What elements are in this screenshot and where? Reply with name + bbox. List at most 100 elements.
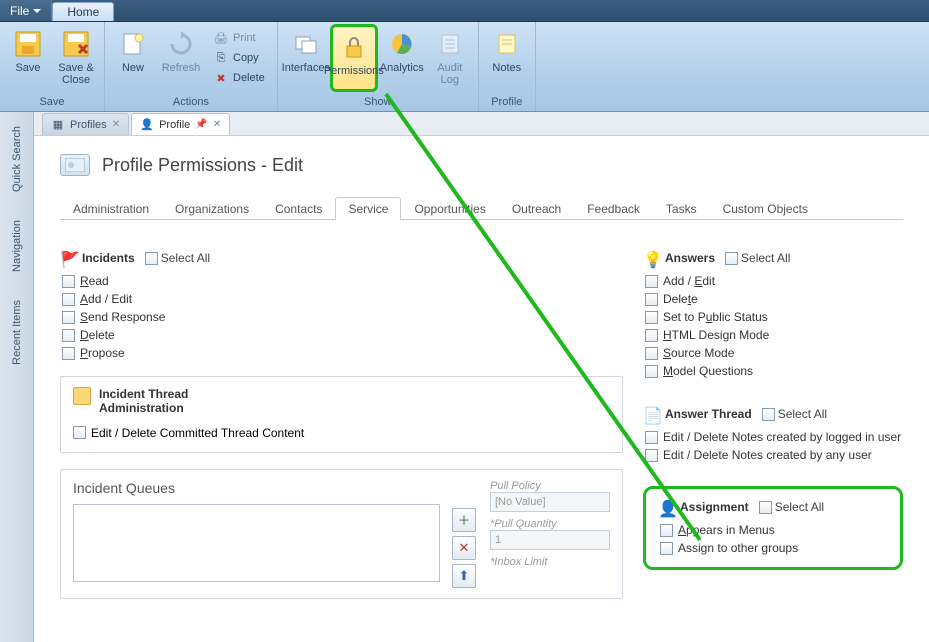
page-title: Profile Permissions - Edit [102,155,303,176]
tab-service[interactable]: Service [335,197,401,220]
ribbon-group-profile: Notes Profile [479,22,536,111]
copy-button[interactable]: ⎘Copy [209,48,269,68]
page-header: Profile Permissions - Edit [60,154,903,176]
permission-item[interactable]: Set to Public Status [645,308,903,326]
permission-item[interactable]: HTML Design Mode [645,326,903,344]
tab-strip: AdministrationOrganizationsContactsServi… [60,196,903,220]
checkbox-icon [645,365,658,378]
refresh-button[interactable]: Refresh [157,24,205,92]
menubar: File Home [0,0,929,22]
analytics-button[interactable]: Analytics [378,24,426,92]
floppy-close-icon [60,28,92,60]
add-queue-button[interactable]: ＋ [452,508,476,532]
tab-opportunities[interactable]: Opportunities [401,197,498,220]
save-close-button[interactable]: Save & Close [52,24,100,92]
refresh-icon [165,28,197,60]
answer-thread-title: Answer Thread [665,407,752,421]
siderail-recent-items[interactable]: Recent Items [11,286,23,379]
permission-item[interactable]: Model Questions [645,362,903,380]
save-close-label: Save & Close [58,62,93,86]
ribbon: Save Save & Close Save New Refresh 🖨Prin… [0,22,929,112]
group-label-show: Show [278,94,478,111]
permission-item[interactable]: Add / Edit [645,272,903,290]
tab-home[interactable]: Home [52,2,114,21]
ribbon-group-save: Save Save & Close Save [0,22,105,111]
tab-tasks[interactable]: Tasks [653,197,710,220]
page: Profile Permissions - Edit Administratio… [34,136,929,599]
move-up-button[interactable]: ⬆ [452,564,476,588]
permission-item[interactable]: Propose [62,344,623,362]
incidents-select-all[interactable]: Select All [145,251,210,265]
checkbox-icon [645,311,658,324]
permission-item[interactable]: Edit / Delete Notes created by any user [645,446,903,464]
audit-log-button[interactable]: Audit Log [426,24,474,92]
permission-item[interactable]: Appears in Menus [660,521,888,539]
tab-organizations[interactable]: Organizations [162,197,262,220]
note-icon [491,28,523,60]
tab-contacts[interactable]: Contacts [262,197,335,220]
answers-select-all[interactable]: Select All [725,251,790,265]
permission-item[interactable]: Add / Edit [62,290,623,308]
permission-item[interactable]: Assign to other groups [660,539,888,557]
permission-item[interactable]: Delete [62,326,623,344]
content: ▦ Profiles ✕ 👤 Profile 📌 ✕ Profile Permi… [34,112,929,642]
chevron-down-icon [33,9,41,13]
print-button[interactable]: 🖨Print [209,28,269,48]
doctab-profiles[interactable]: ▦ Profiles ✕ [42,113,129,135]
checkbox-icon [660,542,673,555]
pull-qty-input[interactable] [490,530,610,550]
answer-thread-header: 📄 Answer Thread Select All [643,406,903,422]
pin-icon[interactable]: 📌 [195,119,207,130]
permission-item[interactable]: Source Mode [645,344,903,362]
list-icon [434,28,466,60]
incidents-header: 🚩 Incidents Select All [60,250,623,266]
tab-custom-objects[interactable]: Custom Objects [710,197,821,220]
siderail: Quick Search Navigation Recent Items [0,112,34,642]
assignment-select-all[interactable]: Select All [759,500,824,514]
note-icon: 📄 [643,406,659,422]
siderail-navigation[interactable]: Navigation [11,206,23,286]
answer-thread-select-all[interactable]: Select All [762,407,827,421]
permissions-button[interactable]: Permissions [330,24,378,92]
grid-icon: ▦ [51,118,65,132]
file-menu[interactable]: File [0,0,52,21]
document-tabs: ▦ Profiles ✕ 👤 Profile 📌 ✕ [34,112,929,136]
tab-feedback[interactable]: Feedback [574,197,653,220]
ribbon-group-actions: New Refresh 🖨Print ⎘Copy ✖Delete Actions [105,22,278,111]
answer-thread-list: Edit / Delete Notes created by logged in… [643,428,903,464]
permission-item[interactable]: Read [62,272,623,290]
checkbox-icon [645,449,658,462]
close-icon[interactable]: ✕ [213,119,221,130]
checkbox-icon [645,275,658,288]
thread-admin-item[interactable]: Edit / Delete Committed Thread Content [73,426,610,440]
permission-item[interactable]: Send Response [62,308,623,326]
doctab-profile[interactable]: 👤 Profile 📌 ✕ [131,113,230,135]
tab-administration[interactable]: Administration [60,197,162,220]
close-icon[interactable]: ✕ [112,119,120,130]
checkbox-icon [759,501,772,514]
delete-button[interactable]: ✖Delete [209,68,269,88]
queues-list[interactable] [73,504,440,582]
ribbon-group-show: Interfaces Permissions Analytics Audit L… [278,22,479,111]
interfaces-button[interactable]: Interfaces [282,24,330,92]
pull-policy-select[interactable] [490,492,610,512]
notes-button[interactable]: Notes [483,24,531,92]
siderail-quick-search[interactable]: Quick Search [11,112,23,206]
checkbox-icon [62,329,75,342]
new-label: New [122,62,144,74]
thread-admin-box: Incident ThreadAdministration Edit / Del… [60,376,623,453]
remove-queue-button[interactable]: ✕ [452,536,476,560]
permission-item[interactable]: Edit / Delete Notes created by logged in… [645,428,903,446]
right-column: 💡 Answers Select All Add / EditDeleteSet… [643,250,903,599]
delete-label: Delete [233,72,265,84]
save-button[interactable]: Save [4,24,52,92]
id-card-icon [60,154,90,176]
answers-list: Add / EditDeleteSet to Public StatusHTML… [643,272,903,380]
new-button[interactable]: New [109,24,157,92]
person-icon: 👤 [140,118,154,132]
assignment-title: Assignment [680,500,749,514]
pull-qty-label: Pull Quantity [490,518,610,530]
permission-item[interactable]: Delete [645,290,903,308]
tab-outreach[interactable]: Outreach [499,197,574,220]
incidents-list: ReadAdd / EditSend ResponseDeletePropose [60,272,623,362]
